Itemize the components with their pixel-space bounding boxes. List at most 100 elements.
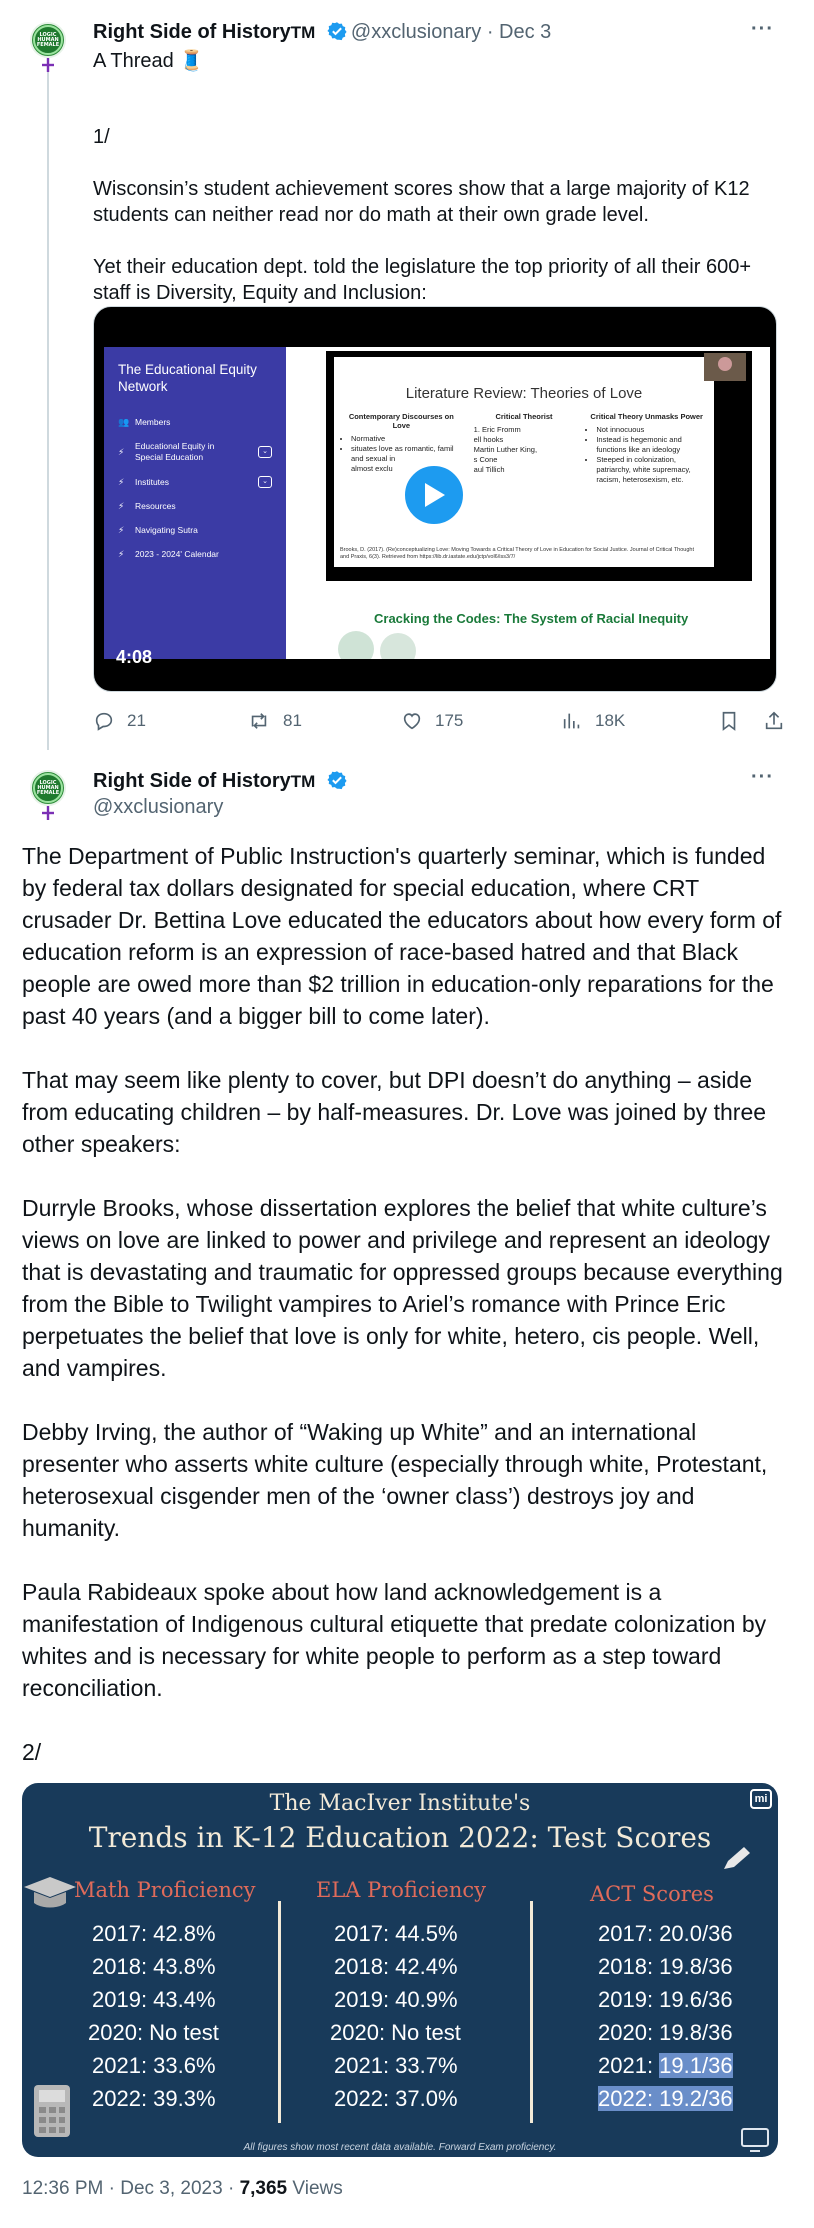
presentation-slide: Literature Review: Theories of Love Cont… (326, 351, 752, 581)
venus-icon (42, 58, 54, 72)
more-options-icon[interactable]: ··· (751, 766, 774, 789)
repost-button[interactable]: 81 (247, 710, 302, 732)
venus-icon (42, 806, 54, 820)
bolt-icon: ⚡ (118, 501, 125, 511)
share-button[interactable] (763, 710, 797, 732)
webcam-thumbnail (704, 353, 746, 381)
heart-icon (403, 713, 421, 730)
views-label: Views (292, 2178, 343, 2199)
bolt-icon: ⚡ (118, 446, 125, 457)
like-count: 175 (435, 711, 464, 730)
act-values: 2017: 20.0/36 2018: 19.8/36 2019: 19.6/3… (598, 1921, 733, 2111)
separator: · (108, 2178, 115, 2199)
tm-mark: TM (290, 23, 316, 42)
act-heading: ACT Scores (590, 1882, 714, 1906)
separator: · (227, 2178, 235, 2199)
action-bar: 21 81 175 18K (93, 710, 793, 736)
video-sidebar-item: ⚡ 2023 - 2024' Calendar (118, 549, 219, 559)
views-count: 18K (595, 711, 626, 730)
math-values: 2017: 42.8% 2018: 43.8% 2019: 43.4% 2020… (88, 1921, 219, 2111)
infographic-subtitle: The MacIver Institute's (269, 1791, 531, 1816)
tweet-paragraph: Debby Irving, the author of “Waking up W… (22, 1419, 768, 1541)
tweet-meta: 12:36 PM · Dec 3, 2023 · 7,365 Views (22, 2178, 343, 2200)
tweet-text: A Thread 🧵 1/ Wisconsin’s student achiev… (93, 48, 783, 306)
column-divider (278, 1901, 281, 2123)
slide-citation: Brooks, D. (2017). (Re)conceptualizing L… (340, 547, 695, 560)
pencil-icon (724, 1847, 750, 1869)
tweet-date[interactable]: Dec 3 (499, 21, 551, 43)
bolt-icon: ⚡ (118, 476, 125, 487)
video-sidebar-item: ⚡ Institutes ⌄ (118, 476, 272, 488)
like-button[interactable]: 175 (401, 710, 463, 732)
tweet-paragraph: Yet their education dept. told the legis… (93, 256, 752, 304)
more-options-icon[interactable]: ··· (751, 18, 774, 41)
infographic-title: Trends in K-12 Education 2022: Test Scor… (88, 1821, 712, 1854)
bolt-icon: ⚡ (118, 525, 125, 535)
slide-lower-heading: Cracking the Codes: The System of Racial… (374, 611, 689, 626)
handle[interactable]: @xxclusionary (351, 21, 481, 43)
video-sidebar-item: ⚡ Educational Equity in Special Education… (118, 441, 272, 463)
avatar[interactable]: LOGIC HUMAN FEMALE (30, 770, 66, 806)
video-sidebar-item: ⚡ Navigating Sutra (118, 525, 198, 535)
maciver-logo: mi (750, 1789, 772, 1809)
display-name[interactable]: Right Side of History (93, 770, 291, 792)
verified-badge-icon[interactable] (327, 770, 347, 790)
highlighted-text: 19.1/36 (659, 2053, 733, 2078)
slide-title: Literature Review: Theories of Love (405, 385, 643, 402)
tweet-paragraph: The Department of Public Instruction's q… (22, 843, 782, 1029)
reply-button[interactable]: 21 (93, 710, 146, 732)
math-heading: Math Proficiency (74, 1878, 256, 1902)
handle-line: @xxclusionary (93, 795, 223, 819)
tweet-paragraph: Wisconsin’s student achievement scores s… (93, 178, 750, 226)
bookmark-icon (722, 711, 736, 731)
tweet-paragraph: Paula Rabideaux spoke about how land ack… (22, 1579, 767, 1701)
views-button[interactable]: 18K (561, 710, 625, 732)
tweet-text: The Department of Public Instruction's q… (22, 840, 792, 1800)
tweet-time[interactable]: 12:36 PM (22, 2178, 103, 2199)
repost-count: 81 (283, 711, 302, 730)
separator: · (486, 21, 494, 43)
chevron-down-icon: ⌄ (258, 446, 272, 458)
play-button[interactable] (402, 463, 466, 527)
views-count: 7,365 (239, 2178, 288, 2199)
ela-values: 2017: 44.5% 2018: 42.4% 2019: 40.9% 2020… (330, 1921, 461, 2111)
tweet-paragraph: 2/ (22, 1739, 42, 1765)
tweet-paragraph: 1/ (93, 126, 110, 148)
thread-line (47, 68, 49, 750)
graduation-cap-icon (24, 1877, 76, 1908)
chevron-down-icon: ⌄ (258, 476, 272, 488)
tweet-header: Right Side of HistoryTM (93, 769, 351, 794)
calculator-icon (34, 2085, 70, 2137)
verified-badge-icon[interactable] (327, 21, 347, 41)
ela-heading: ELA Proficiency (316, 1878, 486, 1902)
video-sidebar: The Educational Equity Network 👥 Members … (104, 347, 286, 659)
infographic-image[interactable]: The MacIver Institute's Trends in K-12 E… (22, 1783, 778, 2157)
reply-icon (95, 712, 113, 731)
tweet-full-date[interactable]: Dec 3, 2023 (120, 2178, 222, 2199)
slide-columns: Contemporary Discourses on Love Normativ… (340, 412, 708, 485)
members-icon: 👥 (118, 417, 130, 427)
repost-icon (251, 713, 267, 729)
infographic-footnote: All figures show most recent data availa… (243, 2142, 557, 2153)
slide-column: Critical Theorist 1. Eric Fromm ell hook… (473, 412, 553, 474)
video-duration: 4:08 (116, 647, 153, 667)
bookmark-button[interactable] (718, 710, 752, 732)
handle[interactable]: @xxclusionary (93, 796, 223, 818)
highlighted-text: 2022: 19.2/36 (598, 2086, 733, 2111)
tweet-header: Right Side of HistoryTM @xxclusionary · … (93, 20, 551, 45)
video-player[interactable]: The Educational Equity Network 👥 Members … (93, 306, 777, 692)
video-sidebar-item: ⚡ Resources (118, 501, 176, 511)
tweet-paragraph: That may seem like plenty to cover, but … (22, 1067, 767, 1157)
share-icon (765, 711, 783, 730)
avatar[interactable]: LOGIC HUMAN FEMALE (30, 22, 66, 58)
tm-mark: TM (290, 772, 316, 791)
tweet-paragraph: Durryle Brooks, whose dissertation explo… (22, 1195, 783, 1381)
play-icon (425, 483, 445, 507)
column-divider (530, 1901, 533, 2123)
slide-column: Critical Theory Unmasks Power Not innocu… (585, 412, 708, 485)
tweet-paragraph: A Thread 🧵 (93, 50, 205, 72)
display-name[interactable]: Right Side of History (93, 21, 291, 43)
bolt-icon: ⚡ (118, 549, 125, 559)
analytics-icon (563, 713, 580, 729)
video-sidebar-title: The Educational Equity Network (118, 362, 257, 394)
